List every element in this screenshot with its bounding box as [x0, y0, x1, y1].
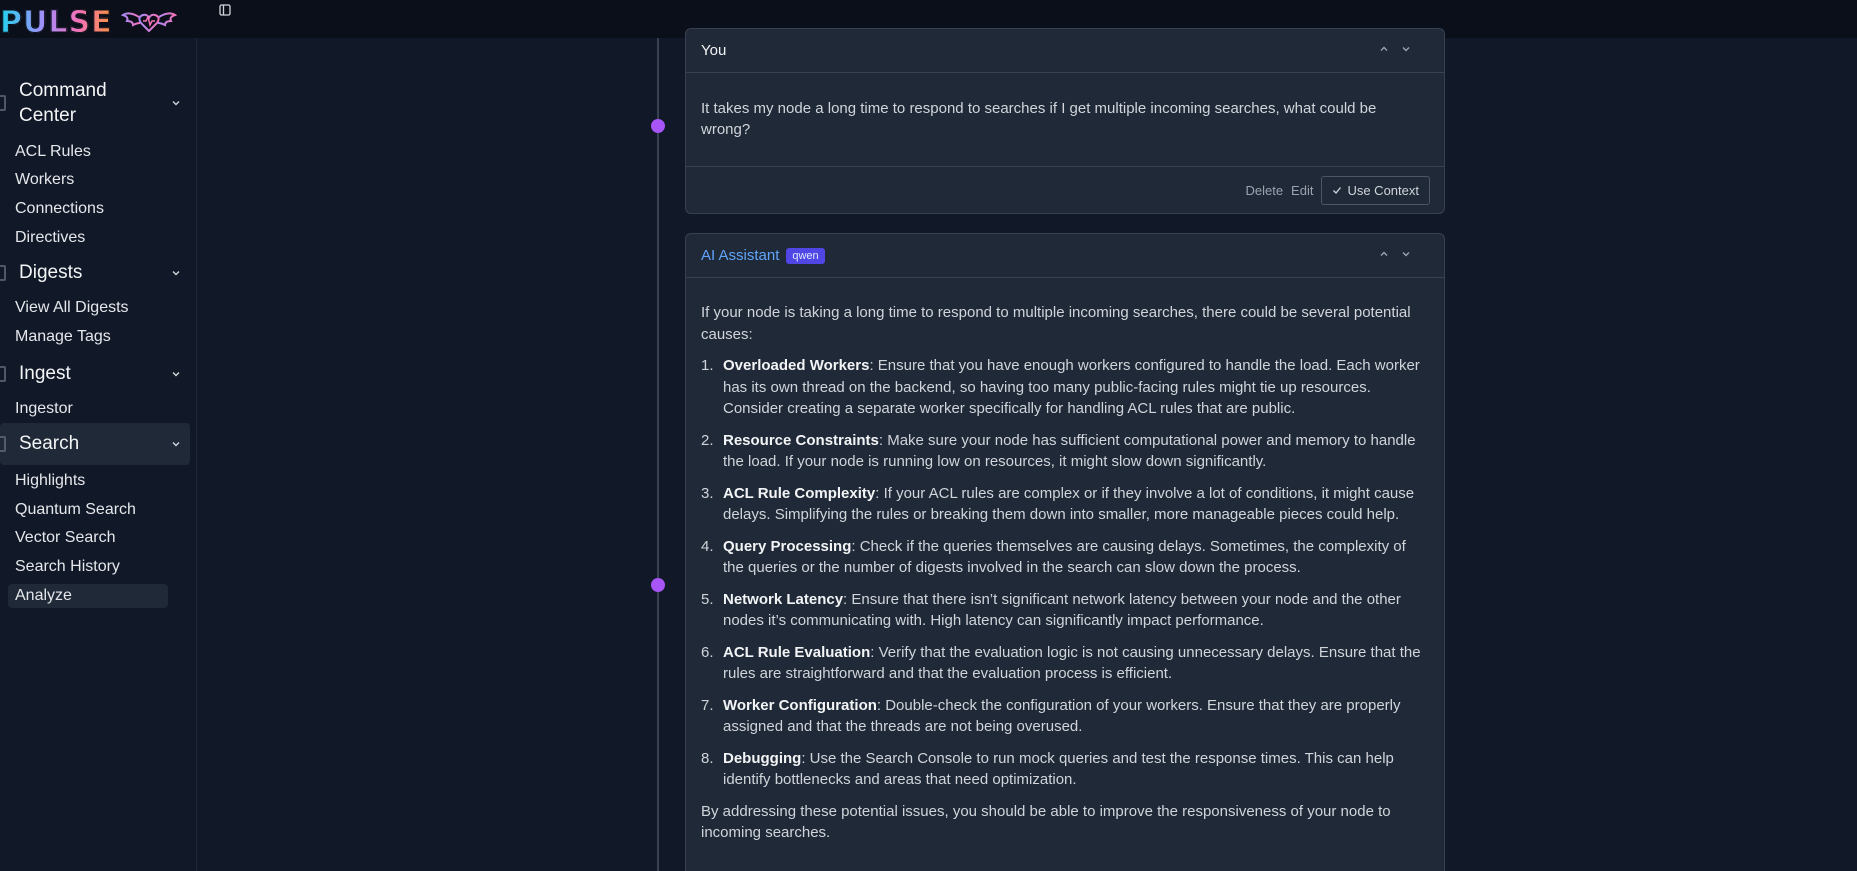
- digests-icon: [0, 265, 6, 281]
- item-title: ACL Rule Evaluation: [723, 643, 871, 661]
- item-title: Overloaded Workers: [723, 357, 870, 374]
- card-header: You: [686, 29, 1444, 73]
- timeline-dot: [651, 578, 665, 592]
- header-icons: [1378, 248, 1412, 260]
- list-item: 4. Query Processing: Check if the queries…: [701, 536, 1429, 579]
- header-icons: [1378, 43, 1412, 55]
- list-item: 6. ACL Rule Evaluation: Verify that the e…: [701, 642, 1429, 685]
- item-number: 7.: [701, 696, 714, 714]
- list-item: 3. ACL Rule Complexity: If your ACL rules…: [701, 483, 1429, 526]
- user-message-card: You It takes my node a long time to resp…: [685, 28, 1445, 214]
- sidebar-item-highlights[interactable]: Highlights: [8, 469, 168, 493]
- chevron-up-icon[interactable]: [1378, 248, 1390, 260]
- item-title: ACL Rule Complexity: [723, 484, 876, 502]
- answer-outro: By addressing these potential issues, yo…: [701, 802, 1391, 842]
- timeline-dot: [651, 119, 665, 133]
- list-item: 2. Resource Constraints: Make sure your n…: [701, 430, 1429, 473]
- sidebar-section-digests[interactable]: Digests: [0, 254, 190, 292]
- ingest-icon: [0, 366, 6, 382]
- item-text: : Use the Search Console to run mock que…: [723, 749, 1394, 789]
- chevron-down-icon[interactable]: [1400, 248, 1412, 260]
- item-number: 1.: [701, 357, 714, 374]
- sidebar-item-analyze[interactable]: Analyze: [8, 584, 168, 608]
- item-title: Network Latency: [723, 590, 844, 608]
- sidebar: Command Center ACL Rules Workers Connect…: [0, 38, 197, 871]
- item-number: 8.: [701, 749, 714, 767]
- sidebar-item-quantum-search[interactable]: Quantum Search: [8, 498, 168, 522]
- command-center-icon: [0, 95, 6, 111]
- timeline-line: [657, 38, 659, 871]
- answer-intro: If your node is taking a long time to re…: [701, 304, 1411, 343]
- ai-message-card: AI Assistant qwen If your node is taking…: [685, 233, 1445, 871]
- sidebar-item-view-all-digests[interactable]: View All Digests: [8, 296, 168, 320]
- sidebar-section-search[interactable]: Search: [0, 423, 190, 465]
- chevron-down-icon[interactable]: [170, 368, 182, 380]
- message-text: If your node is taking a long time to re…: [686, 278, 1444, 844]
- heart-wings-icon: [120, 12, 177, 33]
- chevron-down-icon[interactable]: [170, 267, 182, 279]
- section-label: Digests: [19, 262, 83, 283]
- delete-button[interactable]: Delete: [1245, 183, 1283, 198]
- list-item: 8. Debugging: Use the Search Console to r…: [701, 748, 1429, 791]
- sidebar-item-vector-search[interactable]: Vector Search: [8, 526, 168, 550]
- item-title: Query Processing: [723, 537, 852, 555]
- item-title: Worker Configuration: [723, 696, 877, 714]
- item-number: 6.: [701, 643, 714, 661]
- chevron-up-icon[interactable]: [1378, 43, 1390, 55]
- sidebar-item-directives[interactable]: Directives: [8, 226, 168, 250]
- sidebar-section-command-center[interactable]: Command Center: [0, 78, 190, 128]
- sidebar-item-ingestor[interactable]: Ingestor: [8, 397, 168, 421]
- app-logo[interactable]: PULSE: [0, 4, 177, 40]
- list-item: 1. Overloaded Workers: Ensure that you ha…: [701, 355, 1429, 420]
- sidebar-item-workers[interactable]: Workers: [8, 168, 168, 192]
- item-number: 5.: [701, 590, 714, 608]
- use-context-label: Use Context: [1347, 182, 1419, 198]
- sidebar-section-ingest[interactable]: Ingest: [0, 355, 190, 393]
- item-number: 3.: [701, 484, 714, 502]
- list-item: 7. Worker Configuration: Double-check the…: [701, 695, 1429, 738]
- card-header: AI Assistant qwen: [686, 234, 1444, 278]
- sidebar-item-manage-tags[interactable]: Manage Tags: [8, 325, 168, 349]
- chevron-down-icon[interactable]: [170, 438, 182, 450]
- search-icon: [0, 436, 6, 452]
- message-actions: Delete Edit Use Context: [686, 167, 1444, 213]
- chevron-down-icon[interactable]: [170, 97, 182, 109]
- item-title: Resource Constraints: [723, 431, 879, 449]
- section-label: Command Center: [19, 80, 107, 126]
- edit-button[interactable]: Edit: [1291, 183, 1313, 198]
- item-number: 4.: [701, 537, 714, 555]
- sidebar-item-acl-rules[interactable]: ACL Rules: [8, 140, 168, 164]
- sidebar-toggle-icon[interactable]: [218, 3, 232, 17]
- message-text: It takes my node a long time to respond …: [686, 73, 1444, 167]
- chevron-down-icon[interactable]: [1400, 43, 1412, 55]
- check-icon: [1333, 187, 1342, 194]
- list-item: 5. Network Latency: Ensure that there isn…: [701, 589, 1429, 632]
- use-context-button[interactable]: Use Context: [1321, 175, 1430, 205]
- sidebar-item-search-history[interactable]: Search History: [8, 555, 168, 579]
- section-label: Ingest: [19, 363, 71, 384]
- logo-text: PULSE: [0, 4, 113, 40]
- section-label: Search: [19, 433, 80, 454]
- model-badge: qwen: [786, 247, 825, 264]
- sidebar-item-connections[interactable]: Connections: [8, 197, 168, 221]
- message-author: AI Assistant: [701, 247, 780, 264]
- answer-list: 1. Overloaded Workers: Ensure that you ha…: [701, 355, 1429, 791]
- item-number: 2.: [701, 431, 714, 449]
- item-title: Debugging: [723, 749, 802, 767]
- message-author: You: [701, 42, 727, 59]
